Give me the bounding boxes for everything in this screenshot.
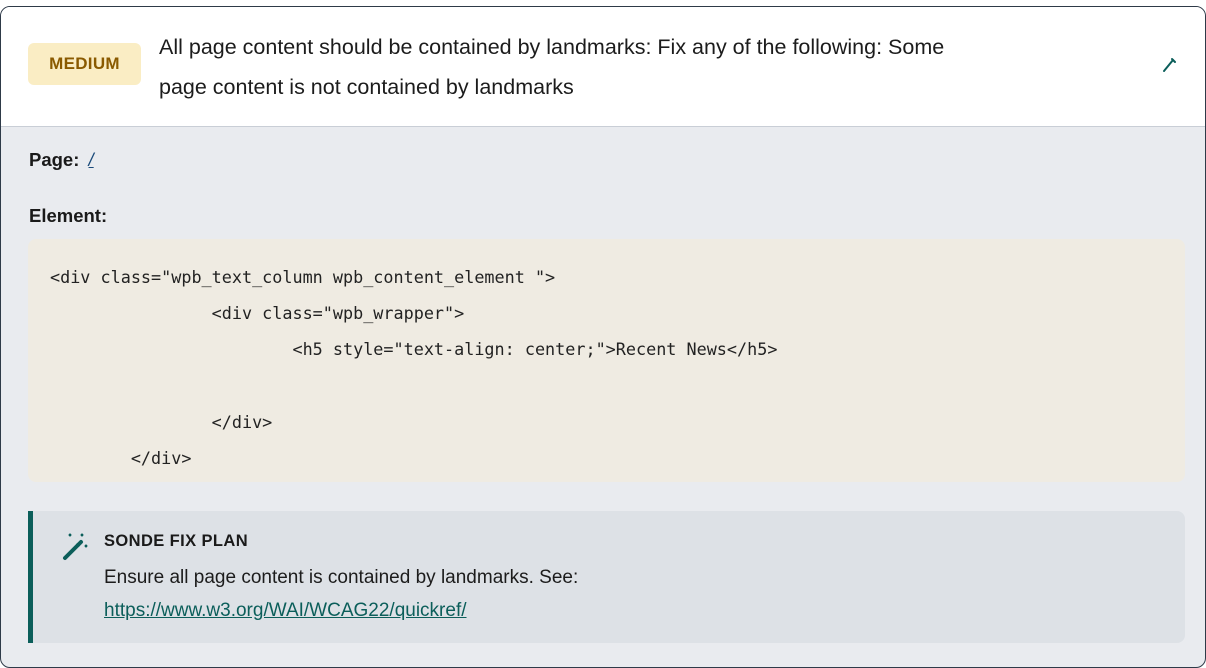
fix-plan-text: Ensure all page content is contained by … [104,561,1154,627]
issue-card: MEDIUM All page content should be contai… [0,6,1206,668]
issue-title-line-2: page content is not contained by landmar… [159,75,574,99]
fix-plan-title: SONDE FIX PLAN [104,532,249,550]
issue-title: All page content should be contained by … [159,27,1139,107]
issue-header: MEDIUM All page content should be contai… [1,7,1205,127]
magic-wand-icon [63,533,88,560]
severity-badge: MEDIUM [28,43,141,85]
fix-plan-description: Ensure all page content is contained by … [104,567,579,588]
element-code: <div class="wpb_text_column wpb_content_… [50,267,778,469]
page-field: Page: / [29,149,94,171]
element-label: Element: [29,205,108,226]
page-link[interactable]: / [89,149,94,170]
page-label: Page: [29,149,80,170]
element-field: Element: [29,205,107,227]
fix-plan-link[interactable]: https://www.w3.org/WAI/WCAG22/quickref/ [104,600,467,621]
element-code-block: <div class="wpb_text_column wpb_content_… [28,239,1185,482]
issue-title-line-1: All page content should be contained by … [159,35,945,59]
fix-plan-panel: SONDE FIX PLAN Ensure all page content i… [28,511,1185,643]
pencil-icon[interactable] [1159,55,1179,75]
